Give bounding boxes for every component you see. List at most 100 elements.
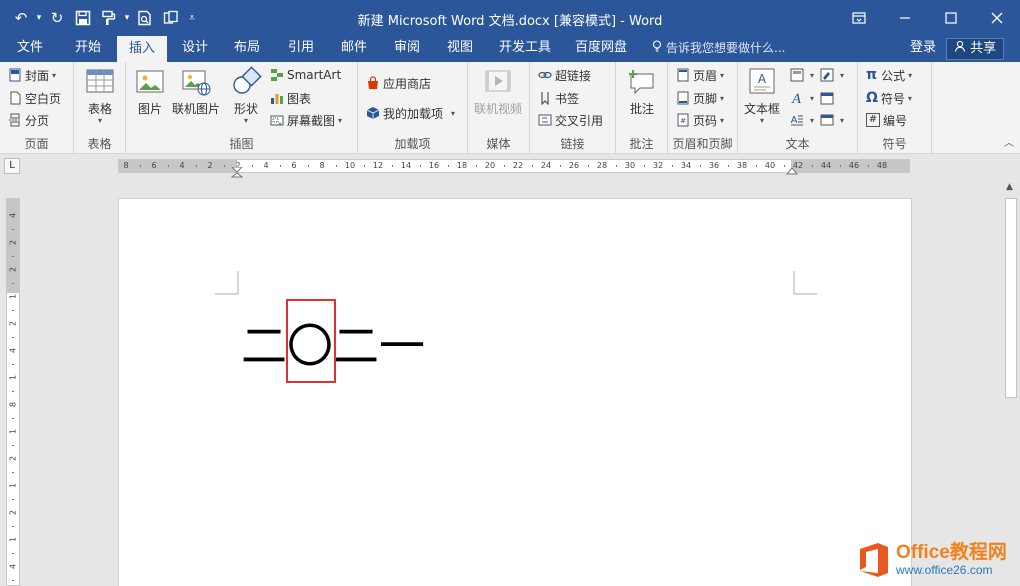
tab-layout[interactable]: 布局 [222, 36, 272, 62]
chart-button[interactable]: 图表 [270, 87, 311, 109]
object-icon [820, 114, 834, 126]
user-icon [954, 40, 970, 56]
hyperlink-button[interactable]: 超链接 [538, 64, 591, 86]
ruler-tick [12, 228, 14, 230]
new-comment-button[interactable]: 批注 [626, 66, 658, 117]
chevron-up-icon: ︿ [1004, 138, 1014, 149]
vertical-ruler[interactable]: 4 2 2 1 2 4 1 8 1 2 1 2 1 4 [6, 198, 20, 586]
tell-me-box[interactable]: 告诉我您想要做什么... [652, 36, 785, 62]
tab-baidu-netdisk[interactable]: 百度网盘 [566, 36, 636, 62]
ruler-number: 26 [568, 161, 580, 170]
title-bar: ↶ ▾ ↻ ▾ ⩡ 新建 Microsoft Word 文档.docx [兼容模… [0, 0, 1020, 36]
bookmark-button[interactable]: 书签 [538, 87, 579, 109]
signature-line-button[interactable]: ▾ [820, 64, 844, 86]
wordart-button[interactable]: A ▾ [790, 87, 814, 109]
tab-view[interactable]: 视图 [435, 36, 485, 62]
undo-button[interactable]: ↶ [8, 5, 34, 31]
ruler-number: 2 [207, 161, 213, 170]
header-icon [677, 68, 689, 82]
chevron-down-icon: ▾ [810, 93, 815, 103]
blank-page-button[interactable]: 空白页 [8, 87, 61, 109]
equation-button[interactable]: π 公式 ▾ [866, 64, 912, 86]
ruler-number: 14 [400, 161, 412, 170]
sign-in-link[interactable]: 登录 [910, 36, 936, 62]
tab-references[interactable]: 引用 [276, 36, 326, 62]
collapse-ribbon-button[interactable]: ︿ [1004, 134, 1014, 149]
redo-button[interactable]: ↻ [44, 5, 70, 31]
vertical-scrollbar[interactable]: ▲ [1003, 154, 1020, 586]
symbol-button[interactable]: Ω 符号 ▾ [866, 87, 912, 109]
blank-page-icon [10, 91, 21, 105]
right-indent-marker[interactable] [786, 167, 798, 175]
footer-button[interactable]: 页脚 ▾ [676, 87, 724, 109]
scroll-up-arrow[interactable]: ▲ [1006, 182, 1013, 192]
ruler-tick [280, 165, 281, 167]
redo-icon: ↻ [50, 9, 64, 27]
tab-file[interactable]: 文件 [4, 36, 56, 62]
indent-marker[interactable] [231, 167, 243, 179]
tab-home[interactable]: 开始 [62, 36, 114, 62]
ruler-tick [840, 165, 841, 167]
date-time-button[interactable] [820, 87, 837, 109]
tab-review[interactable]: 审阅 [382, 36, 432, 62]
quick-parts-button[interactable]: ▾ [790, 64, 814, 86]
group-label-addins: 加载项 [394, 137, 431, 151]
ruler-tick [12, 498, 14, 500]
page-number-button[interactable]: # 页码 ▾ [676, 109, 724, 131]
cover-page-button[interactable]: 封面 ▾ [8, 64, 56, 86]
customize-qat-button[interactable]: ⩡ [184, 5, 200, 31]
online-video-button[interactable]: 联机视频 [474, 66, 522, 117]
document-page[interactable]: 二〇二一 [118, 198, 912, 586]
maximize-button[interactable] [928, 0, 974, 36]
textbox-button[interactable]: A 文本框 ▾ [744, 66, 780, 125]
share-button[interactable]: 共享 [946, 38, 1004, 60]
qat-dropdown[interactable]: ▾ [122, 5, 132, 31]
ribbon-display-options-button[interactable] [836, 0, 882, 36]
undo-dropdown[interactable]: ▾ [34, 5, 44, 31]
close-button[interactable] [974, 0, 1020, 36]
online-picture-button[interactable]: 联机图片 [172, 66, 220, 117]
page-break-button[interactable]: 分页 [8, 109, 49, 131]
tab-developer[interactable]: 开发工具 [490, 36, 560, 62]
maximize-icon [945, 12, 957, 24]
table-button[interactable]: 表格 ▾ [84, 66, 116, 125]
ruler-number: 4 [263, 161, 269, 170]
object-button[interactable]: ▾ [820, 109, 844, 131]
online-picture-label: 联机图片 [172, 102, 221, 116]
minimize-button[interactable] [882, 0, 928, 36]
ruler-tick [168, 165, 169, 167]
tab-insert[interactable]: 插入 [117, 36, 167, 62]
screenshot-button[interactable]: 屏幕截图 ▾ [270, 109, 342, 131]
touch-mode-button[interactable] [158, 5, 184, 31]
tab-mailings[interactable]: 邮件 [329, 36, 379, 62]
omega-icon: Ω [866, 90, 878, 106]
group-label-pages: 页面 [24, 137, 49, 151]
ruler-number: 8 [319, 161, 325, 170]
ruler-tick [644, 165, 645, 167]
numbering-button[interactable]: # 编号 [866, 109, 907, 131]
drop-cap-button[interactable]: A ▾ [790, 109, 814, 131]
print-preview-button[interactable] [132, 5, 158, 31]
save-button[interactable] [70, 5, 96, 31]
store-icon [368, 76, 378, 89]
page-break-icon [9, 113, 21, 127]
office-store-button[interactable]: 应用商店 [366, 72, 431, 94]
smartart-button[interactable]: SmartArt [270, 64, 341, 86]
quick-parts-icon [790, 68, 804, 82]
minimize-icon [900, 17, 910, 19]
cross-reference-icon [538, 114, 552, 126]
ruler-tick [756, 165, 757, 167]
ruler-number: 46 [848, 161, 860, 170]
tab-selector[interactable]: L [4, 158, 20, 174]
scroll-thumb[interactable] [1005, 198, 1017, 398]
shapes-button[interactable]: 形状 ▾ [230, 66, 262, 125]
picture-button[interactable]: 图片 [134, 66, 166, 117]
my-addins-button[interactable]: 我的加载项 ▾ [366, 102, 455, 124]
tab-design[interactable]: 设计 [170, 36, 220, 62]
page-break-label: 分页 [25, 113, 50, 128]
ruler-number: 20 [484, 161, 496, 170]
header-button[interactable]: 页眉 ▾ [676, 64, 724, 86]
cross-reference-button[interactable]: 交叉引用 [538, 109, 603, 131]
group-media: 联机视频 媒体 [468, 62, 530, 154]
format-painter-button[interactable] [96, 5, 122, 31]
